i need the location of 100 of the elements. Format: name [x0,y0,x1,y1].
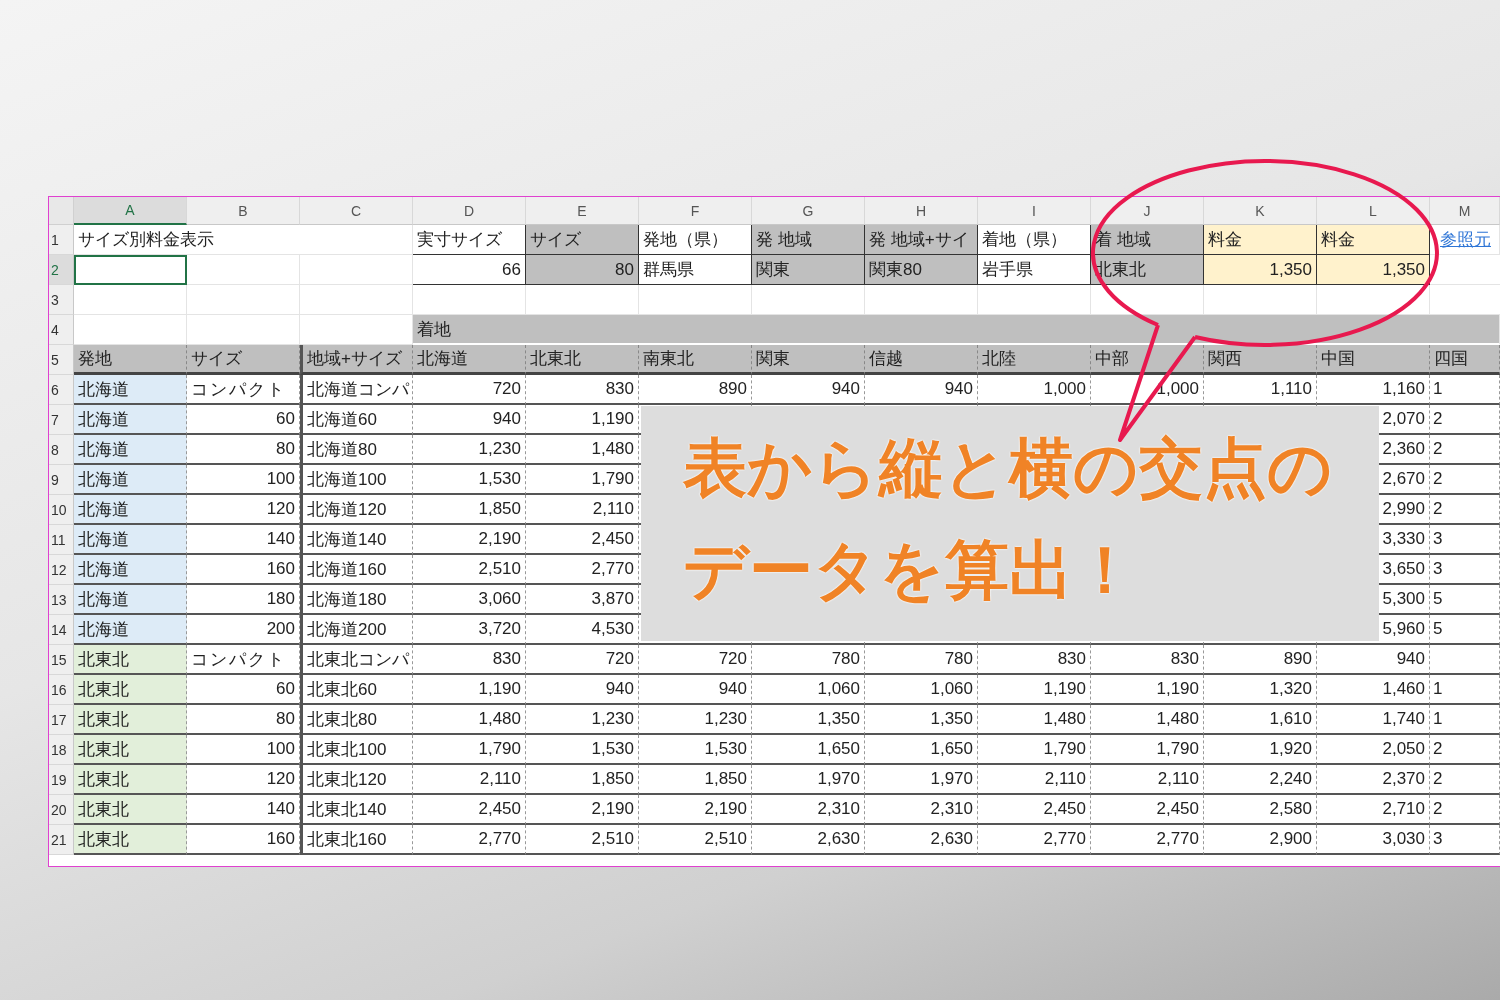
table-cell: 北東北 [74,645,187,675]
header-cell: 北海道 [413,345,526,375]
table-cell: 2,450 [526,525,639,555]
column-header[interactable]: D [413,197,526,225]
table-cell: 1,850 [639,765,752,795]
row-header[interactable]: 20 [49,795,74,825]
table-cell: 80 [187,705,300,735]
table-cell: 100 [187,465,300,495]
reference-link[interactable]: 参照元 [1440,228,1491,251]
column-header[interactable]: J [1091,197,1204,225]
column-header[interactable]: E [526,197,639,225]
table-cell: 80 [187,435,300,465]
table-cell: 北東北140 [300,795,413,825]
column-header[interactable]: I [978,197,1091,225]
table-cell: 1,190 [1091,675,1204,705]
table-cell: 北東北80 [300,705,413,735]
table-cell: 3 [1430,525,1500,555]
table-cell: 北海道 [74,615,187,645]
table-cell: 830 [413,645,526,675]
table-cell: 2,580 [1204,795,1317,825]
table-cell: 830 [1091,645,1204,675]
table-cell: 1,530 [526,735,639,765]
table-cell: 北海道60 [300,405,413,435]
table-cell: 1 [1430,375,1500,405]
table-cell: 北東北コンパ [300,645,413,675]
column-header[interactable]: M [1430,197,1500,225]
table-cell: 1,530 [639,735,752,765]
table-cell: 160 [187,555,300,585]
table-cell: 1,970 [752,765,865,795]
table-cell: 2,310 [752,795,865,825]
header-cell: 関西 [1204,345,1317,375]
table-cell: 1,850 [413,495,526,525]
table-cell: 1,480 [526,435,639,465]
table-cell: 2,450 [413,795,526,825]
row-header[interactable]: 13 [49,585,74,615]
column-header[interactable]: H [865,197,978,225]
row-header[interactable]: 17 [49,705,74,735]
row-header[interactable]: 15 [49,645,74,675]
table-cell: 2,770 [526,555,639,585]
row-header[interactable]: 5 [49,345,74,375]
table-cell: 2,110 [526,495,639,525]
column-header[interactable]: A [74,197,187,225]
header-cell: 四国 [1430,345,1500,375]
row-header[interactable]: 10 [49,495,74,525]
row-header[interactable]: 18 [49,735,74,765]
table-cell: 3,870 [526,585,639,615]
table-cell: 1,230 [639,705,752,735]
table-cell: 2,190 [639,795,752,825]
active-cell[interactable] [74,255,187,285]
column-header[interactable]: F [639,197,752,225]
table-cell: 2,310 [865,795,978,825]
table-cell: 実寸サイズ [413,225,526,255]
table-cell: 140 [187,525,300,555]
table-cell: 1 [1430,675,1500,705]
row-header[interactable]: 7 [49,405,74,435]
header-cell: 中部 [1091,345,1204,375]
table-cell: 890 [1204,645,1317,675]
table-cell: 940 [413,405,526,435]
table-cell: 北海道200 [300,615,413,645]
row-header[interactable]: 11 [49,525,74,555]
table-cell: 940 [526,675,639,705]
row-header[interactable]: 14 [49,615,74,645]
column-header[interactable]: B [187,197,300,225]
table-cell: 2 [1430,405,1500,435]
row-header[interactable]: 4 [49,315,74,345]
table-cell: 60 [187,675,300,705]
table-cell: 2 [1430,435,1500,465]
row-header[interactable]: 9 [49,465,74,495]
row-header[interactable]: 2 [49,255,74,285]
table-cell: 1 [1430,705,1500,735]
row-header[interactable]: 12 [49,555,74,585]
row-header[interactable]: 1 [49,225,74,255]
table-cell: 1,740 [1317,705,1430,735]
row-header[interactable]: 8 [49,435,74,465]
table-cell: 60 [187,405,300,435]
table-cell: 2 [1430,495,1500,525]
header-cell: 発地 [74,345,187,375]
row-header[interactable]: 3 [49,285,74,315]
table-cell: 1,160 [1317,375,1430,405]
column-header[interactable]: C [300,197,413,225]
table-cell: 北海道 [74,555,187,585]
row-header[interactable]: 21 [49,825,74,855]
table-cell: 80 [526,255,639,285]
table-cell: 関東80 [865,255,978,285]
table-cell: 北東北 [74,735,187,765]
row-header[interactable]: 6 [49,375,74,405]
header-cell: 北東北 [526,345,639,375]
table-cell: 2,110 [413,765,526,795]
column-header[interactable]: K [1204,197,1317,225]
column-header[interactable]: L [1317,197,1430,225]
header-cell: 中国 [1317,345,1430,375]
table-cell: 1,530 [413,465,526,495]
row-header[interactable]: 16 [49,675,74,705]
header-cell: 地域+サイズ [300,345,413,375]
row-header[interactable]: 19 [49,765,74,795]
table-cell: 3,720 [413,615,526,645]
table-cell: 1,230 [413,435,526,465]
table-cell: 1,060 [752,675,865,705]
table-cell: 発 地域 [752,225,865,255]
column-header[interactable]: G [752,197,865,225]
